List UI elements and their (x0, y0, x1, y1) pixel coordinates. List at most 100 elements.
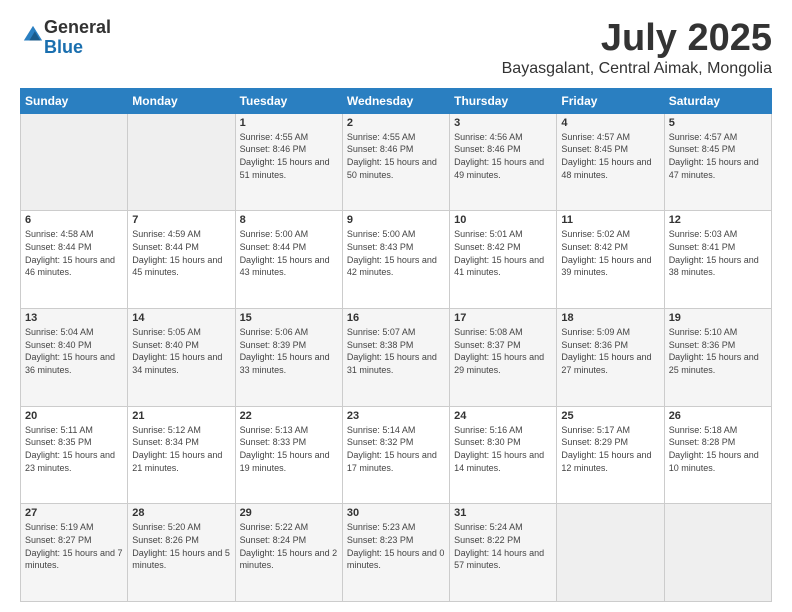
week-row-0: 1Sunrise: 4:55 AMSunset: 8:46 PMDaylight… (21, 113, 772, 211)
day-info: Sunrise: 4:55 AMSunset: 8:46 PMDaylight:… (347, 131, 445, 181)
col-saturday: Saturday (664, 88, 771, 113)
day-number: 3 (454, 117, 552, 129)
day-number: 28 (132, 507, 230, 519)
day-info: Sunrise: 5:19 AMSunset: 8:27 PMDaylight:… (25, 521, 123, 571)
day-number: 26 (669, 410, 767, 422)
location-title: Bayasgalant, Central Aimak, Mongolia (502, 60, 772, 78)
day-info: Sunrise: 4:57 AMSunset: 8:45 PMDaylight:… (669, 131, 767, 181)
cell-0-6: 5 Sunrise: 4:57 AMSunset: 8:45 PMDaylight… (664, 113, 771, 211)
day-number: 13 (25, 312, 123, 324)
cell-4-4: 31 Sunrise: 5:24 AMSunset: 8:22 PMDayligh… (450, 504, 557, 602)
cell-2-1: 14 Sunrise: 5:05 AMSunset: 8:40 PMDayligh… (128, 309, 235, 407)
cell-0-0 (21, 113, 128, 211)
calendar: Sunday Monday Tuesday Wednesday Thursday… (20, 88, 772, 602)
cell-2-2: 15Sunrise: 5:06 AMSunset: 8:39 PMDayligh… (235, 309, 342, 407)
cell-3-5: 25 Sunrise: 5:17 AMSunset: 8:29 PMDayligh… (557, 406, 664, 504)
col-sunday: Sunday (21, 88, 128, 113)
cell-1-0: 6Sunrise: 4:58 AMSunset: 8:44 PMDaylight… (21, 211, 128, 309)
day-number: 4 (561, 117, 659, 129)
cell-3-3: 23 Sunrise: 5:14 AMSunset: 8:32 PMDayligh… (342, 406, 449, 504)
cell-3-2: 22Sunrise: 5:13 AMSunset: 8:33 PMDayligh… (235, 406, 342, 504)
cell-3-1: 21Sunrise: 5:12 AMSunset: 8:34 PMDayligh… (128, 406, 235, 504)
day-number: 31 (454, 507, 552, 519)
cell-4-3: 30 Sunrise: 5:23 AMSunset: 8:23 PMDayligh… (342, 504, 449, 602)
cell-3-0: 20Sunrise: 5:11 AMSunset: 8:35 PMDayligh… (21, 406, 128, 504)
cell-4-1: 28Sunrise: 5:20 AMSunset: 8:26 PMDayligh… (128, 504, 235, 602)
logo-icon (22, 24, 44, 46)
day-number: 14 (132, 312, 230, 324)
week-row-3: 20Sunrise: 5:11 AMSunset: 8:35 PMDayligh… (21, 406, 772, 504)
day-info: Sunrise: 5:10 AMSunset: 8:36 PMDaylight:… (669, 326, 767, 376)
day-info: Sunrise: 5:16 AMSunset: 8:30 PMDaylight:… (454, 424, 552, 474)
col-thursday: Thursday (450, 88, 557, 113)
day-info: Sunrise: 5:18 AMSunset: 8:28 PMDaylight:… (669, 424, 767, 474)
cell-0-2: 1Sunrise: 4:55 AMSunset: 8:46 PMDaylight… (235, 113, 342, 211)
week-row-1: 6Sunrise: 4:58 AMSunset: 8:44 PMDaylight… (21, 211, 772, 309)
cell-2-5: 18 Sunrise: 5:09 AMSunset: 8:36 PMDayligh… (557, 309, 664, 407)
day-number: 8 (240, 214, 338, 226)
day-number: 12 (669, 214, 767, 226)
cell-0-3: 2 Sunrise: 4:55 AMSunset: 8:46 PMDaylight… (342, 113, 449, 211)
header: General Blue July 2025 Bayasgalant, Cent… (20, 18, 772, 78)
logo: General Blue (20, 18, 111, 58)
day-info: Sunrise: 5:17 AMSunset: 8:29 PMDaylight:… (561, 424, 659, 474)
day-info: Sunrise: 5:01 AMSunset: 8:42 PMDaylight:… (454, 228, 552, 278)
cell-4-2: 29 Sunrise: 5:22 AMSunset: 8:24 PMDayligh… (235, 504, 342, 602)
col-wednesday: Wednesday (342, 88, 449, 113)
day-info: Sunrise: 5:12 AMSunset: 8:34 PMDaylight:… (132, 424, 230, 474)
day-number: 25 (561, 410, 659, 422)
day-info: Sunrise: 5:14 AMSunset: 8:32 PMDaylight:… (347, 424, 445, 474)
month-title: July 2025 (502, 18, 772, 60)
day-number: 18 (561, 312, 659, 324)
day-info: Sunrise: 5:04 AMSunset: 8:40 PMDaylight:… (25, 326, 123, 376)
day-number: 20 (25, 410, 123, 422)
day-info: Sunrise: 5:09 AMSunset: 8:36 PMDaylight:… (561, 326, 659, 376)
day-number: 24 (454, 410, 552, 422)
day-info: Sunrise: 5:23 AMSunset: 8:23 PMDaylight:… (347, 521, 445, 571)
cell-3-6: 26 Sunrise: 5:18 AMSunset: 8:28 PMDayligh… (664, 406, 771, 504)
day-number: 9 (347, 214, 445, 226)
day-number: 30 (347, 507, 445, 519)
day-info: Sunrise: 5:22 AMSunset: 8:24 PMDaylight:… (240, 521, 338, 571)
cell-1-1: 7Sunrise: 4:59 AMSunset: 8:44 PMDaylight… (128, 211, 235, 309)
day-info: Sunrise: 5:08 AMSunset: 8:37 PMDaylight:… (454, 326, 552, 376)
day-info: Sunrise: 5:05 AMSunset: 8:40 PMDaylight:… (132, 326, 230, 376)
day-number: 29 (240, 507, 338, 519)
day-info: Sunrise: 4:57 AMSunset: 8:45 PMDaylight:… (561, 131, 659, 181)
day-number: 23 (347, 410, 445, 422)
day-number: 17 (454, 312, 552, 324)
cell-1-4: 10 Sunrise: 5:01 AMSunset: 8:42 PMDayligh… (450, 211, 557, 309)
cell-3-4: 24 Sunrise: 5:16 AMSunset: 8:30 PMDayligh… (450, 406, 557, 504)
cell-2-3: 16 Sunrise: 5:07 AMSunset: 8:38 PMDayligh… (342, 309, 449, 407)
day-number: 6 (25, 214, 123, 226)
cell-1-3: 9 Sunrise: 5:00 AMSunset: 8:43 PMDaylight… (342, 211, 449, 309)
day-number: 2 (347, 117, 445, 129)
day-info: Sunrise: 4:56 AMSunset: 8:46 PMDaylight:… (454, 131, 552, 181)
title-block: July 2025 Bayasgalant, Central Aimak, Mo… (502, 18, 772, 78)
cell-1-5: 11Sunrise: 5:02 AMSunset: 8:42 PMDayligh… (557, 211, 664, 309)
day-info: Sunrise: 5:00 AMSunset: 8:44 PMDaylight:… (240, 228, 338, 278)
week-row-2: 13 Sunrise: 5:04 AMSunset: 8:40 PMDayligh… (21, 309, 772, 407)
logo-blue: Blue (44, 37, 83, 57)
cell-0-1 (128, 113, 235, 211)
logo-general: General (44, 17, 111, 37)
day-number: 27 (25, 507, 123, 519)
cell-4-5 (557, 504, 664, 602)
day-info: Sunrise: 5:24 AMSunset: 8:22 PMDaylight:… (454, 521, 552, 571)
cell-0-5: 4 Sunrise: 4:57 AMSunset: 8:45 PMDaylight… (557, 113, 664, 211)
day-number: 22 (240, 410, 338, 422)
col-friday: Friday (557, 88, 664, 113)
cell-1-2: 8 Sunrise: 5:00 AMSunset: 8:44 PMDaylight… (235, 211, 342, 309)
page: General Blue July 2025 Bayasgalant, Cent… (0, 0, 792, 612)
col-tuesday: Tuesday (235, 88, 342, 113)
day-number: 15 (240, 312, 338, 324)
day-number: 5 (669, 117, 767, 129)
day-info: Sunrise: 5:03 AMSunset: 8:41 PMDaylight:… (669, 228, 767, 278)
day-number: 11 (561, 214, 659, 226)
cell-0-4: 3 Sunrise: 4:56 AMSunset: 8:46 PMDaylight… (450, 113, 557, 211)
day-info: Sunrise: 5:07 AMSunset: 8:38 PMDaylight:… (347, 326, 445, 376)
day-number: 7 (132, 214, 230, 226)
day-number: 16 (347, 312, 445, 324)
day-number: 10 (454, 214, 552, 226)
day-info: Sunrise: 5:00 AMSunset: 8:43 PMDaylight:… (347, 228, 445, 278)
